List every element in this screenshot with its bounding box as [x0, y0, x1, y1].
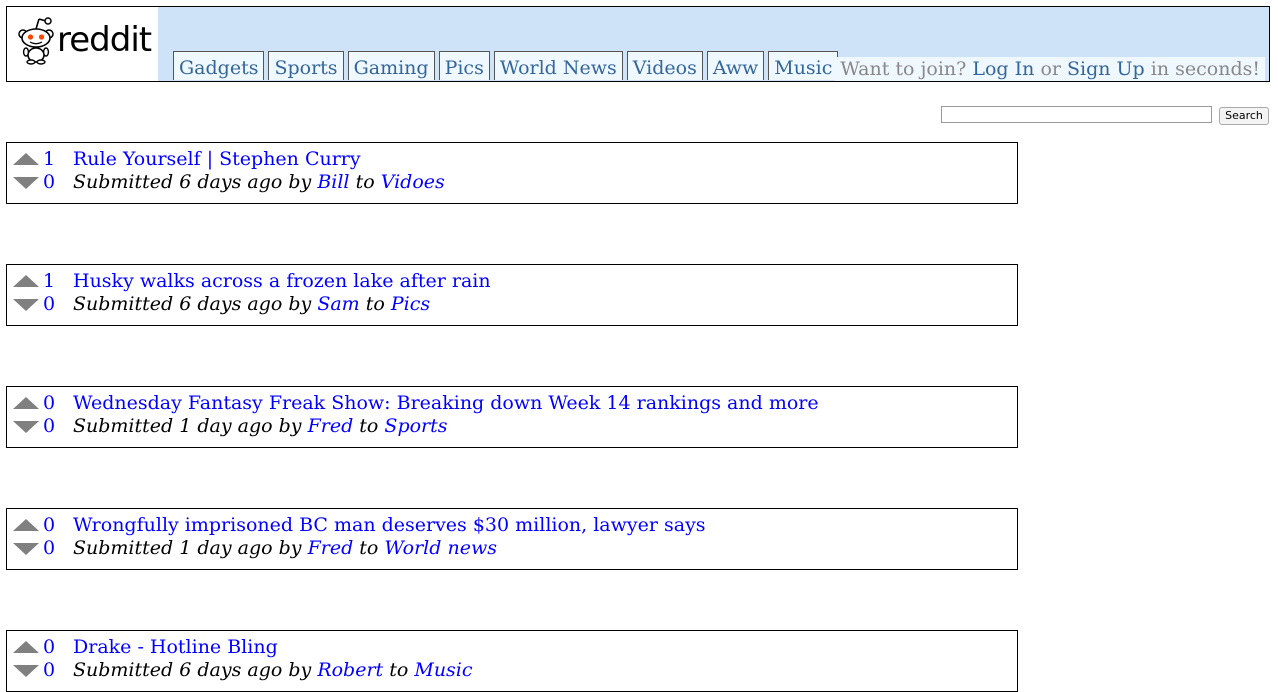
meta-submitted: Submitted [73, 537, 174, 559]
join-prefix: Want to join? [840, 58, 967, 80]
post-title-link[interactable]: Husky walks across a frozen lake after r… [73, 270, 491, 293]
subreddit-link[interactable]: Pics [391, 293, 430, 315]
upvote-arrow-icon[interactable] [13, 153, 39, 165]
downvote-arrow-icon[interactable] [13, 665, 39, 677]
tab-gaming[interactable]: Gaming [347, 51, 435, 80]
post-meta: Submitted 6 days ago by Bill to Vidoes [73, 171, 445, 194]
post-meta: Submitted 1 day ago by Fred to World new… [73, 537, 497, 560]
signup-link[interactable]: Sign Up [1067, 58, 1145, 80]
downvote-count: 0 [43, 659, 56, 681]
author-link[interactable]: Sam [317, 293, 359, 315]
join-or: or [1040, 58, 1061, 80]
meta-by: by [288, 293, 312, 315]
post-item: 0 0 Drake - Hotline Bling Submitted 6 da… [6, 630, 1018, 692]
post-age: 6 days ago [179, 293, 283, 315]
upvote-count: 0 [43, 514, 56, 536]
search-button[interactable]: Search [1219, 107, 1269, 125]
upvote-arrow-icon[interactable] [13, 397, 39, 409]
subreddit-link[interactable]: Music [414, 659, 472, 681]
meta-to: to [359, 537, 379, 559]
login-link[interactable]: Log In [972, 58, 1034, 80]
upvote-arrow-icon[interactable] [13, 519, 39, 531]
meta-to: to [359, 415, 379, 437]
site-header: reddit Gadgets Sports Gaming Pics World … [6, 6, 1270, 82]
tab-gadgets[interactable]: Gadgets [173, 51, 265, 80]
post-item: 0 0 Wrongfully imprisoned BC man deserve… [6, 508, 1018, 570]
post-age: 6 days ago [179, 171, 283, 193]
post-age: 1 day ago [179, 537, 273, 559]
meta-submitted: Submitted [73, 293, 174, 315]
upvote-arrow-icon[interactable] [13, 641, 39, 653]
join-suffix: in seconds! [1150, 58, 1260, 80]
post-title-link[interactable]: Drake - Hotline Bling [73, 636, 278, 659]
post-meta: Submitted 6 days ago by Sam to Pics [73, 293, 430, 316]
post-item: 0 0 Wednesday Fantasy Freak Show: Breaki… [6, 386, 1018, 448]
meta-by: by [288, 171, 312, 193]
author-link[interactable]: Robert [317, 659, 383, 681]
author-link[interactable]: Fred [308, 537, 354, 559]
downvote-arrow-icon[interactable] [13, 421, 39, 433]
post-item: 1 0 Rule Yourself | Stephen Curry Submit… [6, 142, 1018, 204]
post-meta: Submitted 1 day ago by Fred to Sports [73, 415, 448, 438]
downvote-arrow-icon[interactable] [13, 177, 39, 189]
post-title-link[interactable]: Wrongfully imprisoned BC man deserves $3… [73, 514, 706, 537]
post-meta: Submitted 6 days ago by Robert to Music [73, 659, 473, 682]
tab-aww[interactable]: Aww [706, 51, 765, 80]
meta-by: by [278, 537, 302, 559]
subreddit-link[interactable]: Sports [384, 415, 447, 437]
upvote-arrow-icon[interactable] [13, 275, 39, 287]
post-age: 6 days ago [179, 659, 283, 681]
search-input[interactable] [941, 106, 1212, 123]
post-title-link[interactable]: Rule Yourself | Stephen Curry [73, 148, 361, 171]
meta-to: to [365, 293, 385, 315]
upvote-count: 1 [43, 270, 56, 292]
downvote-arrow-icon[interactable] [13, 299, 39, 311]
downvote-count: 0 [43, 415, 56, 437]
meta-to: to [355, 171, 375, 193]
author-link[interactable]: Fred [308, 415, 354, 437]
author-link[interactable]: Bill [317, 171, 349, 193]
subreddit-link[interactable]: Vidoes [381, 171, 445, 193]
tab-sports[interactable]: Sports [268, 51, 344, 80]
post-age: 1 day ago [179, 415, 273, 437]
downvote-count: 0 [43, 293, 56, 315]
meta-to: to [389, 659, 409, 681]
downvote-arrow-icon[interactable] [13, 543, 39, 555]
meta-by: by [288, 659, 312, 681]
upvote-count: 0 [43, 636, 56, 658]
meta-submitted: Submitted [73, 659, 174, 681]
tab-music[interactable]: Music [768, 51, 839, 80]
upvote-count: 1 [43, 148, 56, 170]
join-prompt: Want to join? Log In or Sign Up in secon… [835, 57, 1265, 81]
tab-pics[interactable]: Pics [438, 51, 490, 80]
logo-wordmark: reddit [57, 20, 152, 60]
meta-by: by [278, 415, 302, 437]
meta-submitted: Submitted [73, 415, 174, 437]
post-item: 1 0 Husky walks across a frozen lake aft… [6, 264, 1018, 326]
reddit-alien-icon [18, 17, 54, 65]
downvote-count: 0 [43, 171, 56, 193]
tab-world-news[interactable]: World News [493, 51, 623, 80]
tab-videos[interactable]: Videos [626, 51, 703, 80]
downvote-count: 0 [43, 537, 56, 559]
subreddit-link[interactable]: World news [384, 537, 497, 559]
meta-submitted: Submitted [73, 171, 174, 193]
logo[interactable]: reddit [7, 7, 158, 81]
upvote-count: 0 [43, 392, 56, 414]
subreddit-tabs: Gadgets Sports Gaming Pics World News Vi… [173, 51, 839, 81]
post-title-link[interactable]: Wednesday Fantasy Freak Show: Breaking d… [73, 392, 819, 415]
